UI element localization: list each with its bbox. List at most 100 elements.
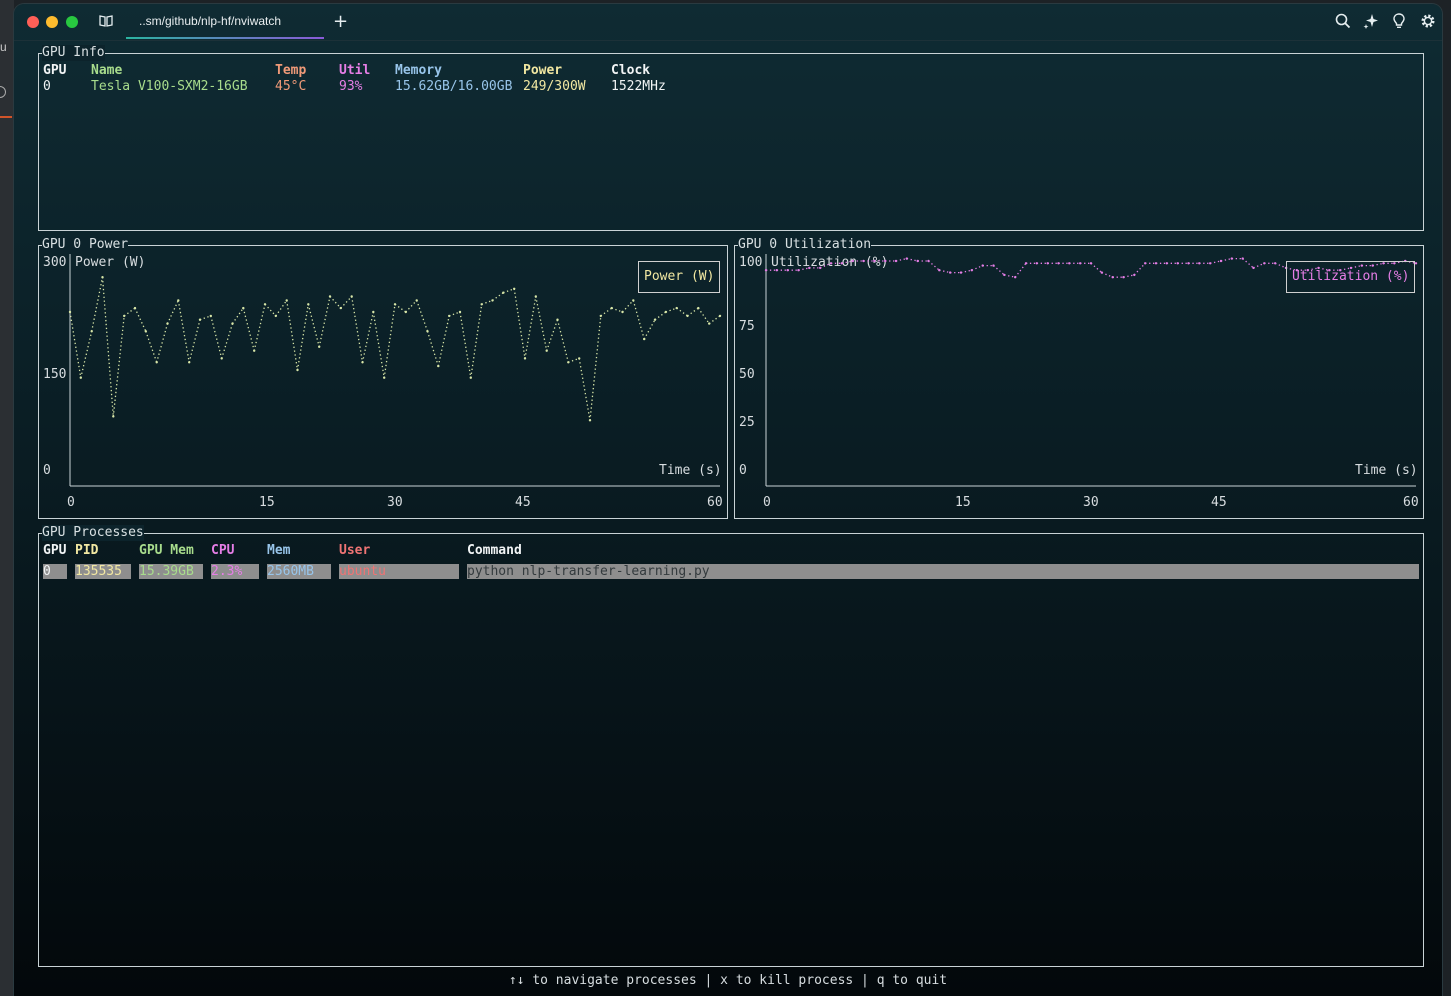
proc-header-mem: Mem [267, 543, 291, 558]
power-series-segment [80, 331, 93, 378]
power-series-segment [351, 296, 364, 363]
header-name: Name [91, 63, 123, 78]
utilization-series-segment [906, 257, 918, 262]
title-bar: ..sm/github/nlp-hf/nviwatch + [14, 4, 1442, 41]
power-series-segment [513, 288, 526, 359]
power-series-segment [437, 315, 450, 367]
power-series-segment [166, 300, 179, 324]
utilization-series-segment [1133, 262, 1146, 276]
power-series-segment [568, 357, 580, 363]
tab-active-indicator [126, 37, 324, 39]
y-tick: 25 [739, 415, 755, 430]
proc-pid: 135535 [75, 564, 131, 579]
power-series-segment [145, 331, 158, 363]
x-tick: 30 [1083, 495, 1099, 510]
gpu-memory: 15.62GB/16.00GB [395, 79, 513, 94]
utilization-series-segment [1101, 272, 1113, 278]
utilization-series-segment [1242, 258, 1254, 269]
proc-header-command: Command [467, 543, 522, 558]
proc-mem: 2560MB [267, 564, 331, 579]
search-icon[interactable] [1335, 13, 1351, 33]
power-series-segment [91, 277, 104, 332]
proc-header-gpu-mem: GPU Mem [139, 543, 194, 558]
new-tab-button[interactable]: + [333, 11, 348, 32]
utilization-series-segment [1253, 262, 1265, 269]
tab-active[interactable]: ..sm/github/nlp-hf/nviwatch [126, 4, 324, 39]
power-series-segment [708, 315, 721, 325]
proc-cpu: 2.3% [211, 564, 259, 579]
x-tick: 15 [259, 495, 275, 510]
utilization-series-segment [1220, 257, 1232, 262]
power-series-point [718, 314, 722, 318]
power-series-segment [394, 303, 407, 313]
y-tick: 100 [739, 255, 763, 270]
x-tick: 60 [1403, 495, 1419, 510]
power-series-segment [416, 300, 429, 332]
book-icon[interactable] [98, 13, 114, 33]
lightbulb-icon[interactable] [1392, 13, 1406, 33]
power-series-segment [578, 358, 591, 421]
power-series-segment [687, 307, 699, 317]
power-series-segment [622, 299, 634, 313]
power-series-segment [470, 304, 483, 378]
sparkle-icon[interactable] [1363, 13, 1379, 33]
power-series-segment [535, 296, 548, 351]
proc-gpu-mem: 15.39GB [139, 564, 203, 579]
gear-icon[interactable] [1420, 13, 1436, 33]
y-tick: 150 [43, 367, 67, 382]
header-power: Power [523, 63, 563, 78]
desktop-background: u [0, 0, 14, 996]
power-series-segment [492, 292, 504, 301]
power-series-segment [459, 311, 472, 378]
util-chart-title: GPU 0 Utilization [738, 237, 872, 253]
power-series-segment [188, 319, 201, 363]
power-series-segment [275, 300, 288, 317]
power-series-segment [242, 307, 255, 351]
power-series-segment [524, 296, 537, 359]
power-series-segment [600, 307, 613, 317]
power-series-segment [329, 296, 342, 309]
zoom-window-button[interactable] [66, 16, 78, 28]
utilization-series-segment [928, 260, 940, 271]
utilization-series-segment [1014, 262, 1027, 278]
x-tick: 45 [515, 495, 531, 510]
proc-gpu: 0 [43, 564, 67, 579]
power-series-segment [372, 311, 385, 378]
proc-header-pid: PID [75, 543, 99, 558]
power-series-segment [589, 315, 602, 421]
power-series-segment [643, 319, 656, 340]
power-series-segment [632, 300, 645, 340]
utilization-series-segment [1090, 262, 1103, 274]
proc-header-gpu: GPU [43, 543, 67, 558]
proc-user: ubuntu [339, 564, 459, 579]
minimize-window-button[interactable] [46, 16, 58, 28]
power-series-segment [503, 288, 515, 294]
header-gpu: GPU [43, 63, 67, 78]
gpu-processes-title: GPU Processes [42, 525, 144, 541]
background-icon [0, 86, 6, 98]
power-series-segment [101, 277, 114, 417]
power-series-segment [296, 304, 309, 371]
close-window-button[interactable] [27, 16, 39, 28]
gpu-info-panel: GPU Info GPU Name Temp Util Memory Power… [38, 45, 1424, 231]
x-tick: 30 [387, 495, 403, 510]
power-series-segment [697, 307, 710, 324]
utilization-series-segment [895, 257, 907, 262]
power-series-segment [112, 315, 125, 417]
util-chart-legend: Utilization (%) [1286, 261, 1416, 293]
proc-header-user: User [339, 543, 371, 558]
power-chart-title: GPU 0 Power [42, 237, 129, 253]
power-series-segment [361, 311, 374, 363]
gpu-clock: 1522MHz [611, 79, 666, 94]
utilization-series-segment [1004, 274, 1016, 278]
background-accent [0, 116, 12, 118]
keybinding-hints: ↑↓ to navigate processes | x to kill pro… [508, 973, 948, 988]
power-series-segment [546, 319, 559, 351]
terminal-window: ..sm/github/nlp-hf/nviwatch + GPU Info G… [14, 4, 1442, 996]
tab-title: ..sm/github/nlp-hf/nviwatch [139, 14, 282, 28]
power-series-segment [383, 304, 396, 378]
utilization-series-segment [1123, 274, 1135, 278]
power-series-segment [340, 296, 353, 309]
utilization-series-segment [939, 269, 951, 274]
y-tick: 50 [739, 367, 755, 382]
